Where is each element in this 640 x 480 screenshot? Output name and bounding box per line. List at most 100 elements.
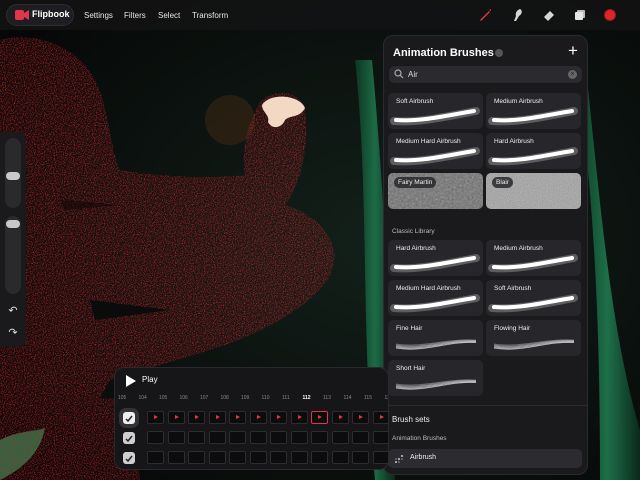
app-switcher-button[interactable]: Flipbook — [6, 4, 74, 26]
brush-size-slider[interactable] — [5, 138, 21, 208]
left-sidebar: ↶ ↷ — [0, 132, 26, 347]
brush-tile[interactable]: Fine Hair — [388, 320, 483, 356]
frame-cell[interactable] — [331, 411, 349, 424]
frame-cell[interactable] — [249, 431, 267, 444]
frame-cell[interactable] — [167, 431, 185, 444]
frame-cell[interactable] — [229, 431, 246, 444]
keyframe-marker-icon — [195, 415, 199, 419]
search-input[interactable] — [408, 67, 558, 82]
frame-cell[interactable] — [290, 431, 308, 444]
brush-size-handle[interactable] — [6, 172, 20, 180]
frame-cell[interactable] — [331, 451, 349, 464]
layers-icon[interactable] — [571, 6, 589, 24]
brush-tile[interactable]: Medium Airbrush — [486, 93, 581, 129]
frame-cell[interactable] — [270, 451, 287, 464]
frame-cell[interactable] — [290, 411, 308, 424]
brush-name: Fairy Martin — [394, 177, 437, 188]
frame-number: 112 — [302, 395, 311, 401]
frame-cell[interactable] — [311, 451, 328, 464]
brush-set-airbrush[interactable]: Airbrush — [388, 449, 582, 468]
brush-name: Flowing Hair — [494, 325, 531, 332]
brush-tile[interactable]: Fairy Martin — [388, 173, 483, 209]
opacity-slider[interactable] — [5, 216, 21, 294]
keyframe-marker-icon — [215, 415, 220, 419]
frame-cell[interactable] — [270, 411, 287, 424]
frame-cell[interactable] — [311, 431, 328, 444]
brush-name: Medium Hard Airbrush — [396, 285, 461, 292]
menu-select[interactable]: Select — [158, 11, 180, 20]
frame-cell[interactable] — [188, 411, 205, 424]
frame-number: 105 — [159, 395, 168, 401]
menu-settings[interactable]: Settings — [84, 11, 113, 20]
keyframe-marker-icon — [154, 415, 158, 419]
menu-transform[interactable]: Transform — [192, 11, 228, 20]
frame-cell[interactable] — [208, 411, 226, 424]
panel-title: Animation Brushes — [393, 47, 494, 59]
brush-tile[interactable]: Medium Airbrush — [486, 240, 581, 276]
frame-cell[interactable] — [372, 431, 388, 444]
track-visibility-checkbox[interactable] — [123, 412, 135, 424]
frame-cell[interactable] — [208, 451, 226, 464]
menu-filters[interactable]: Filters — [124, 11, 146, 20]
frame-number: 104 — [138, 395, 147, 401]
color-picker-button[interactable] — [604, 9, 616, 21]
frame-cell[interactable] — [249, 451, 267, 464]
redo-icon[interactable]: ↷ — [6, 326, 20, 340]
brush-tile[interactable]: Medium Hard Airbrush — [388, 133, 483, 169]
brush-search: × — [389, 66, 582, 83]
airbrush-set-icon — [395, 455, 403, 463]
brush-tile[interactable]: Soft Airbrush — [388, 93, 483, 129]
frame-cell[interactable] — [208, 431, 226, 444]
frame-cell[interactable] — [147, 431, 164, 444]
track-visibility-checkbox[interactable] — [123, 452, 135, 464]
divider — [384, 405, 587, 406]
frame-cell[interactable] — [188, 451, 205, 464]
search-icon — [394, 69, 404, 79]
brush-tile[interactable]: Soft Airbrush — [486, 280, 581, 316]
frame-number: 110 — [261, 395, 270, 401]
brush-name: Soft Airbrush — [494, 285, 532, 292]
brush-tile[interactable]: Hard Airbrush — [388, 240, 483, 276]
classic-library-label: Classic Library — [392, 228, 435, 235]
keyframe-marker-icon — [359, 415, 363, 419]
track-visibility-checkbox[interactable] — [123, 432, 135, 444]
keyframe-marker-icon — [318, 415, 322, 419]
info-icon[interactable] — [495, 49, 503, 57]
frame-cell[interactable] — [372, 451, 388, 464]
eraser-icon[interactable] — [540, 6, 558, 24]
frame-cell[interactable] — [311, 411, 328, 424]
frame-cell[interactable] — [147, 451, 164, 464]
opacity-handle[interactable] — [6, 220, 20, 228]
keyframe-marker-icon — [236, 415, 240, 419]
frame-cell[interactable] — [188, 431, 205, 444]
brush-tile[interactable]: Blair — [486, 173, 581, 209]
smudge-icon[interactable] — [508, 6, 526, 24]
frame-cell[interactable] — [372, 411, 388, 424]
frame-cell[interactable] — [270, 431, 287, 444]
paint-brush-icon[interactable] — [476, 6, 494, 24]
add-brush-button[interactable]: + — [565, 42, 581, 59]
brush-tile[interactable]: Hard Airbrush — [486, 133, 581, 169]
brush-tile[interactable]: Short Hair — [388, 360, 483, 396]
frame-cell[interactable] — [352, 411, 369, 424]
frame-ruler: 105 104 105 106 107 108 109 110 111 112 113 114 115 1… — [115, 394, 388, 404]
frame-number: 108 — [220, 395, 229, 401]
frame-number: 115 — [364, 395, 372, 401]
frame-cell[interactable] — [147, 411, 164, 424]
frame-cell[interactable] — [249, 411, 267, 424]
frame-cell[interactable] — [352, 431, 369, 444]
clear-search-icon[interactable]: × — [568, 70, 577, 79]
frame-cell[interactable] — [331, 431, 349, 444]
play-icon[interactable] — [125, 375, 137, 387]
frame-cell[interactable] — [229, 451, 246, 464]
brush-tile[interactable]: Flowing Hair — [486, 320, 581, 356]
checkmark-icon — [125, 455, 133, 463]
frame-cell[interactable] — [167, 411, 185, 424]
play-button-label[interactable]: Play — [142, 375, 158, 384]
undo-icon[interactable]: ↶ — [6, 304, 20, 318]
frame-cell[interactable] — [290, 451, 308, 464]
frame-cell[interactable] — [167, 451, 185, 464]
frame-cell[interactable] — [352, 451, 369, 464]
frame-cell[interactable] — [229, 411, 246, 424]
brush-tile[interactable]: Medium Hard Airbrush — [388, 280, 483, 316]
